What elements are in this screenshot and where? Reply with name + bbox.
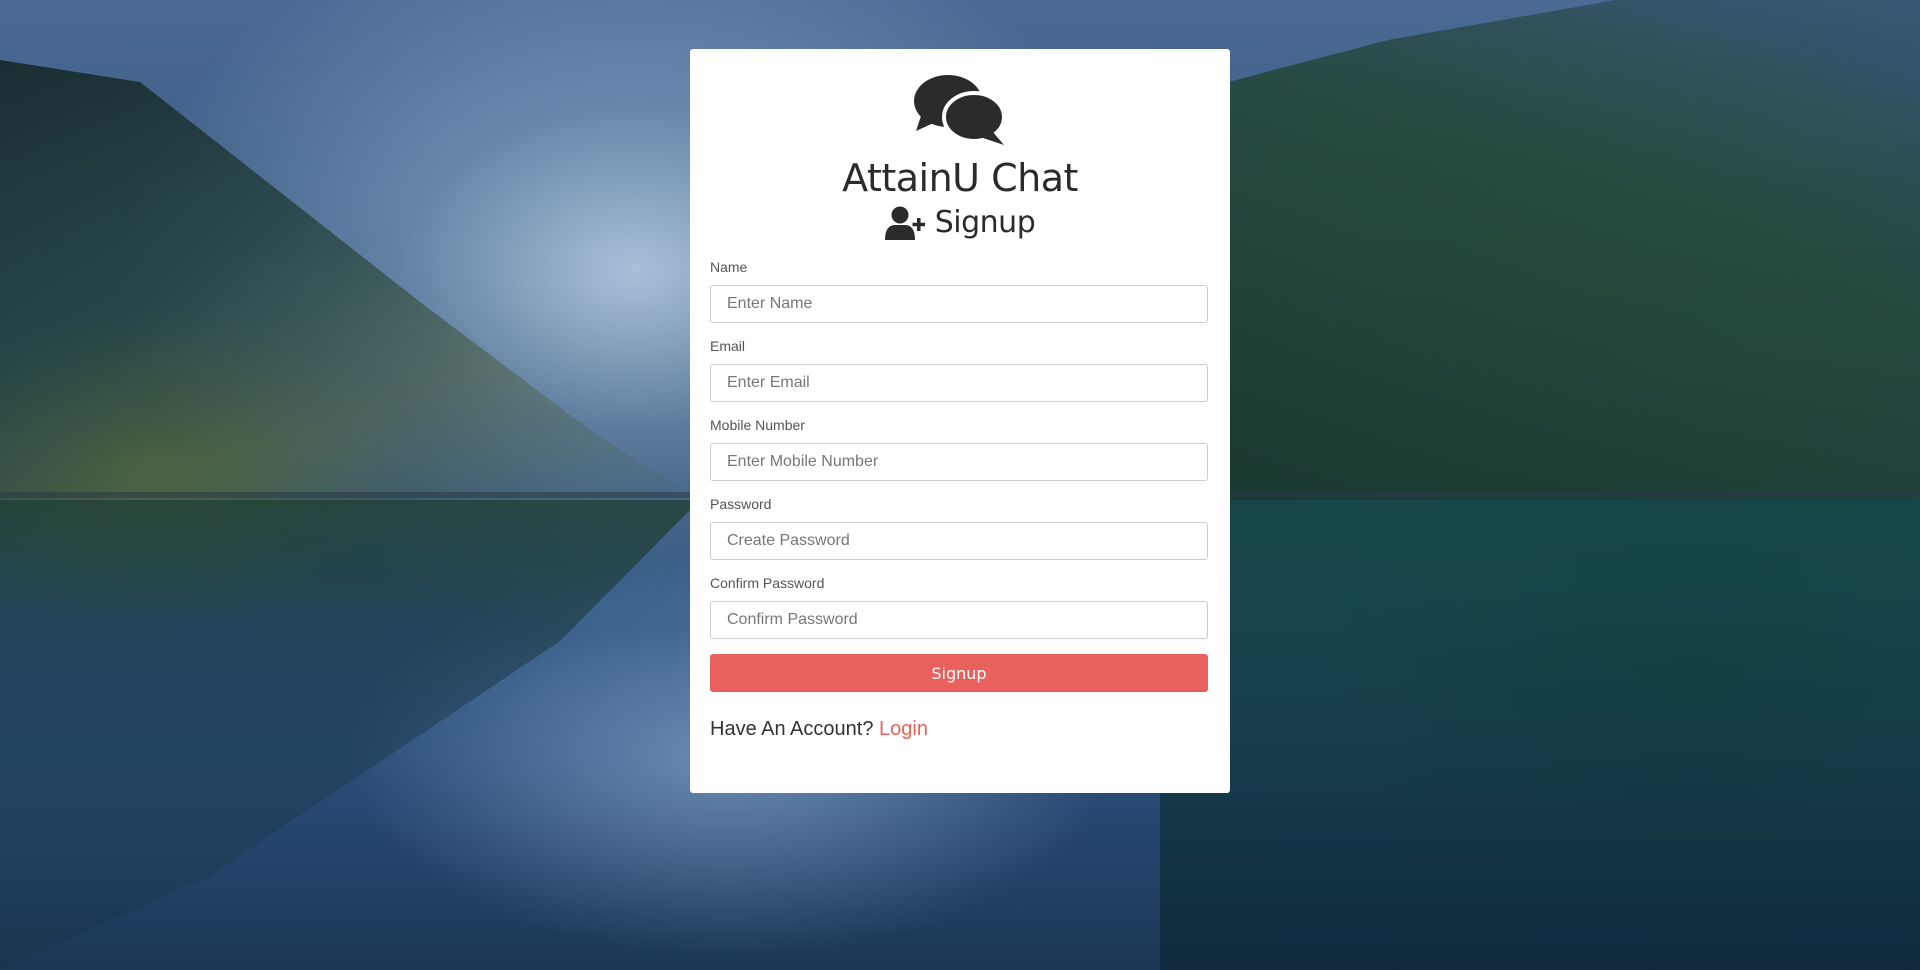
password-label: Password: [710, 496, 772, 512]
login-prompt: Have An Account? Login: [710, 718, 1210, 741]
comments-icon: [914, 75, 1006, 145]
page-heading: Signup: [710, 203, 1210, 243]
confirm-password-label: Confirm Password: [710, 575, 825, 591]
password-field-group: Password: [710, 496, 1210, 560]
password-input[interactable]: [710, 522, 1208, 560]
email-field-group: Email: [710, 338, 1210, 402]
confirm-password-field-group: Confirm Password: [710, 575, 1210, 639]
signup-button[interactable]: Signup: [710, 654, 1208, 692]
signup-form: Name Email Mobile Number Password Confir…: [710, 259, 1210, 741]
signup-card: AttainU Chat Signup Name Email Mobile Nu…: [690, 49, 1230, 793]
login-link[interactable]: Login: [879, 718, 928, 740]
background-water-reflection-right: [1160, 500, 1920, 970]
name-label: Name: [710, 259, 748, 275]
page-heading-label: Signup: [934, 205, 1036, 240]
user-plus-icon: [884, 206, 925, 240]
login-prompt-text: Have An Account?: [710, 718, 874, 740]
mobile-field-group: Mobile Number: [710, 417, 1210, 481]
background-left-hill: [0, 60, 700, 500]
email-input[interactable]: [710, 364, 1208, 402]
mobile-number-label: Mobile Number: [710, 417, 805, 433]
background-water-reflection-left: [0, 500, 700, 970]
confirm-password-input[interactable]: [710, 601, 1208, 639]
app-logo: [710, 73, 1210, 145]
name-input[interactable]: [710, 285, 1208, 323]
app-title: AttainU Chat: [842, 156, 1078, 200]
background-right-hill: [1160, 0, 1920, 500]
name-field-group: Name: [710, 259, 1210, 323]
email-label: Email: [710, 338, 746, 354]
mobile-number-input[interactable]: [710, 443, 1208, 481]
